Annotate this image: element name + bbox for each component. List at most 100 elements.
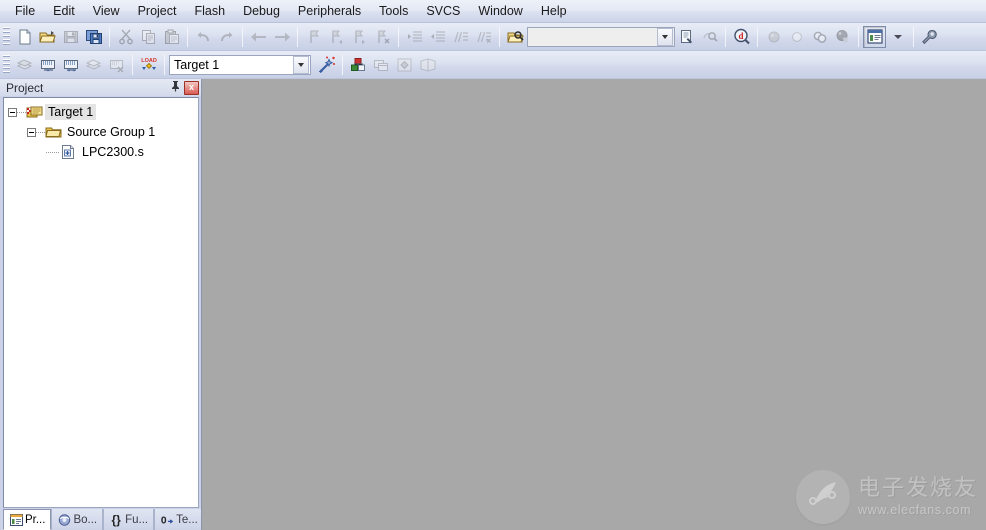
- save-icon: [63, 29, 79, 45]
- build-target-icon: [39, 57, 57, 73]
- download-button[interactable]: LOAD: [137, 54, 160, 76]
- tree-item-target-1[interactable]: Target 1: [8, 102, 198, 122]
- project-panel: Project x Target 1 Source Group 1 LPC230…: [0, 79, 204, 530]
- target-select-value: Target 1: [174, 57, 220, 72]
- bookmark-clear-button[interactable]: [371, 26, 394, 48]
- file-toolbar: d: [0, 23, 986, 51]
- find-in-files-button[interactable]: [504, 26, 527, 48]
- menu-view[interactable]: View: [84, 1, 129, 21]
- options-for-target-button[interactable]: [315, 54, 338, 76]
- cut-icon: [118, 29, 134, 45]
- target-select[interactable]: Target 1: [169, 54, 311, 75]
- window-layout-dropdown-button[interactable]: [886, 26, 909, 48]
- tree-item-lpc2300-s[interactable]: LPC2300.s: [8, 142, 198, 162]
- close-button[interactable]: x: [184, 80, 199, 95]
- uncomment-button[interactable]: [472, 26, 495, 48]
- incremental-find-icon: [702, 29, 718, 45]
- breakpoint-disable-all-button[interactable]: [808, 26, 831, 48]
- outdent-button[interactable]: [426, 26, 449, 48]
- toolbar-separator: [725, 26, 726, 47]
- toolbar-grip[interactable]: [3, 26, 10, 47]
- bookmark-list-button[interactable]: [675, 26, 698, 48]
- navigate-forward-icon: [273, 29, 291, 45]
- menu-peripherals[interactable]: Peripherals: [289, 1, 370, 21]
- copy-icon: [141, 29, 157, 45]
- client-area: Project x Target 1 Source Group 1 LPC230…: [0, 79, 986, 530]
- project-panel-tabs: Pr... Bo... {} Fu... 0 Te...: [0, 508, 204, 530]
- tab-books[interactable]: Bo...: [51, 509, 104, 530]
- manage-components-button[interactable]: [347, 54, 370, 76]
- find-magnifier-button[interactable]: d: [730, 26, 753, 48]
- tree-item-source-group-1[interactable]: Source Group 1: [8, 122, 198, 142]
- project-window-button[interactable]: [393, 54, 416, 76]
- manage-components-icon: [350, 57, 367, 73]
- tab-functions[interactable]: {} Fu...: [103, 509, 155, 530]
- navigate-forward-button[interactable]: [270, 26, 293, 48]
- breakpoint-disable-button[interactable]: [785, 26, 808, 48]
- menu-svcs[interactable]: SVCS: [417, 1, 469, 21]
- bookmark-toggle-button[interactable]: [302, 26, 325, 48]
- breakpoint-insert-icon: [767, 30, 781, 44]
- target-dropdown-button[interactable]: [293, 55, 309, 74]
- window-layout-button[interactable]: [863, 25, 886, 48]
- toolbar-grip[interactable]: [3, 54, 10, 75]
- save-button[interactable]: [59, 26, 82, 48]
- indent-button[interactable]: [403, 26, 426, 48]
- redo-icon: [218, 29, 235, 45]
- tree-item-label: Target 1: [45, 104, 97, 120]
- project-panel-title: Project: [6, 80, 44, 95]
- breakpoint-disable-all-icon: [812, 30, 828, 44]
- menu-help[interactable]: Help: [532, 1, 576, 21]
- save-all-button[interactable]: [82, 26, 105, 48]
- menu-edit[interactable]: Edit: [44, 1, 84, 21]
- pin-icon: [170, 80, 181, 95]
- books-window-button[interactable]: [416, 54, 439, 76]
- project-panel-titlebar: Project x: [0, 79, 201, 96]
- comment-button[interactable]: [449, 26, 472, 48]
- menu-file[interactable]: File: [6, 1, 44, 21]
- menu-debug[interactable]: Debug: [234, 1, 289, 21]
- project-tree[interactable]: Target 1 Source Group 1 LPC2300.s: [3, 97, 199, 508]
- navigate-back-button[interactable]: [247, 26, 270, 48]
- find-magnifier-icon: d: [733, 28, 750, 45]
- stop-build-button[interactable]: [105, 54, 128, 76]
- menu-flash[interactable]: Flash: [185, 1, 234, 21]
- new-file-button[interactable]: [13, 26, 36, 48]
- bookmark-next-button[interactable]: [348, 26, 371, 48]
- rebuild-all-button[interactable]: [59, 54, 82, 76]
- expand-collapse-icon[interactable]: [8, 107, 17, 117]
- menu-project[interactable]: Project: [129, 1, 186, 21]
- copy-button[interactable]: [137, 26, 160, 48]
- expand-collapse-icon[interactable]: [27, 127, 36, 137]
- breakpoint-insert-button[interactable]: [762, 26, 785, 48]
- toolbar-separator: [242, 26, 243, 47]
- books-window-icon: [419, 57, 437, 73]
- tree-item-label: Source Group 1: [67, 125, 156, 139]
- tab-label: Pr...: [25, 513, 46, 526]
- redo-button[interactable]: [215, 26, 238, 48]
- multi-project-button[interactable]: [370, 54, 393, 76]
- search-dropdown-button[interactable]: [657, 27, 673, 46]
- tree-item-label: LPC2300.s: [82, 145, 144, 159]
- menu-window[interactable]: Window: [469, 1, 531, 21]
- cut-button[interactable]: [114, 26, 137, 48]
- tab-project[interactable]: Pr...: [3, 509, 52, 530]
- build-target-button[interactable]: [36, 54, 59, 76]
- tab-templates[interactable]: 0 Te...: [154, 509, 204, 530]
- menu-tools[interactable]: Tools: [370, 1, 417, 21]
- toolbar-separator: [858, 26, 859, 47]
- open-file-button[interactable]: [36, 26, 59, 48]
- pin-button[interactable]: [168, 81, 182, 95]
- undo-button[interactable]: [192, 26, 215, 48]
- configuration-button[interactable]: [918, 26, 941, 48]
- translate-file-button[interactable]: [13, 54, 36, 76]
- batch-build-button[interactable]: [82, 54, 105, 76]
- search-combo[interactable]: [527, 26, 675, 47]
- bookmark-prev-button[interactable]: [325, 26, 348, 48]
- breakpoint-kill-all-button[interactable]: [831, 26, 854, 48]
- download-icon: LOAD: [139, 56, 159, 73]
- editor-workspace[interactable]: 电子发烧友 www.elecfans.com: [201, 79, 986, 530]
- paste-button[interactable]: [160, 26, 183, 48]
- incremental-find-button[interactable]: [698, 26, 721, 48]
- svg-text:d: d: [738, 31, 743, 41]
